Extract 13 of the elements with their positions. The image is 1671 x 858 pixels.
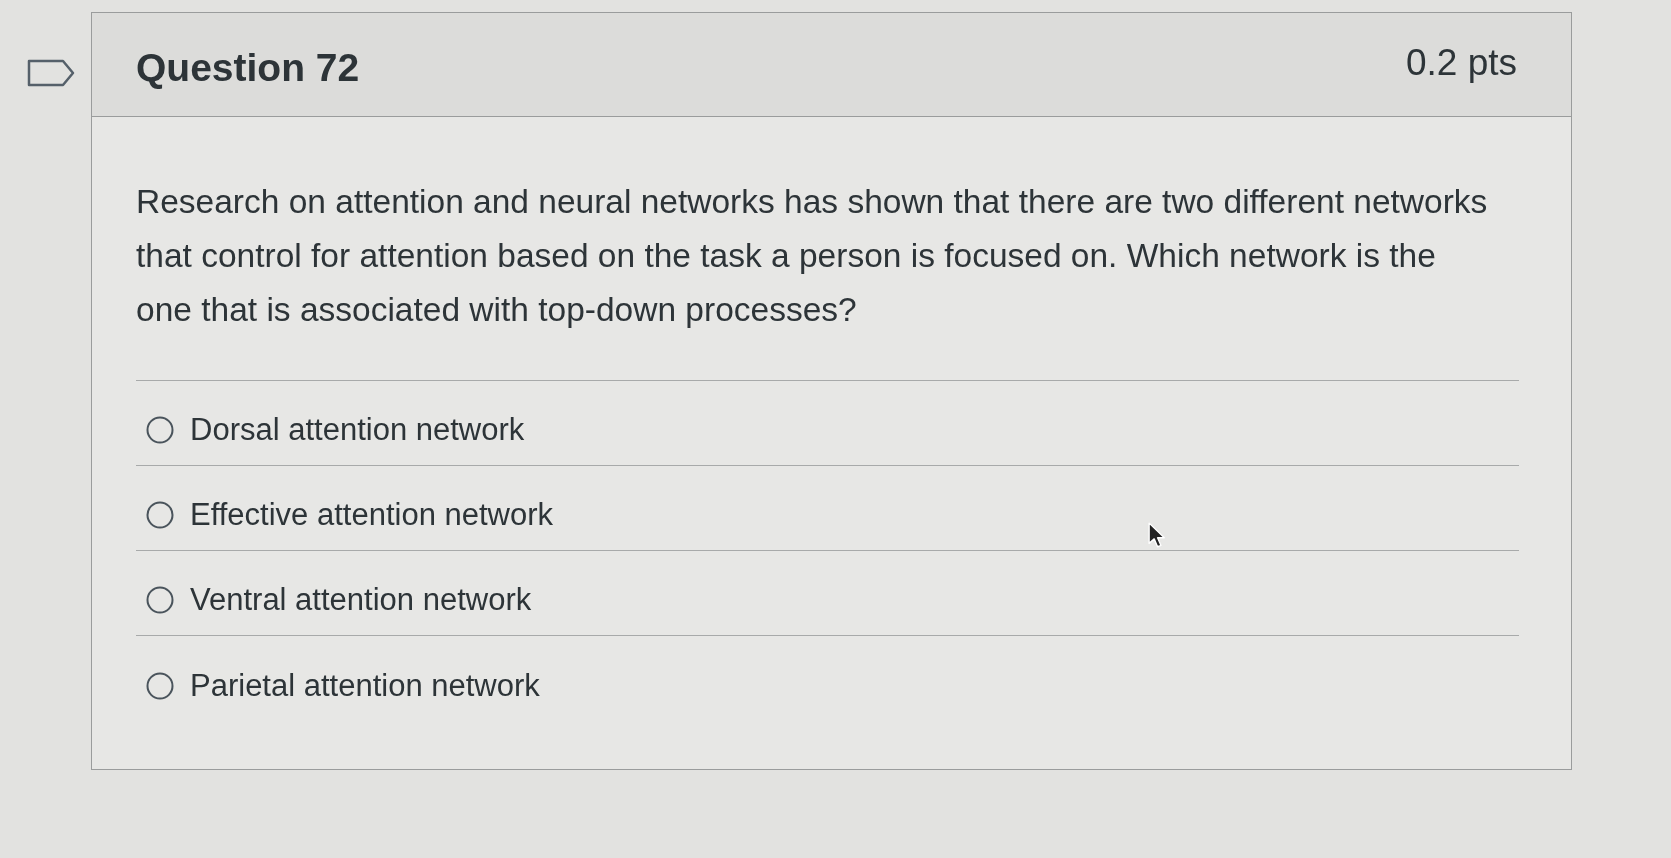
answer-label[interactable]: Ventral attention network [190, 582, 532, 618]
radio-button[interactable] [146, 586, 174, 614]
radio-button[interactable] [146, 416, 174, 444]
mouse-pointer-icon [1148, 522, 1166, 549]
question-title: Question 72 [136, 45, 360, 90]
question-text: Research on attention and neural networks has shown that there are two different networks that control for attention based on the task a person is focused on. Which network is the one that is associated with top-down processes? [136, 182, 1489, 330]
points-label: 0.2 pts [1405, 41, 1517, 84]
radio-button[interactable] [146, 501, 174, 529]
answer-label[interactable]: Parietal attention network [190, 667, 540, 704]
radio-button[interactable] [146, 671, 174, 700]
answer-label[interactable]: Effective attention network [190, 497, 554, 533]
flag-icon[interactable] [27, 59, 75, 87]
answer-label[interactable]: Dorsal attention network [190, 412, 525, 448]
